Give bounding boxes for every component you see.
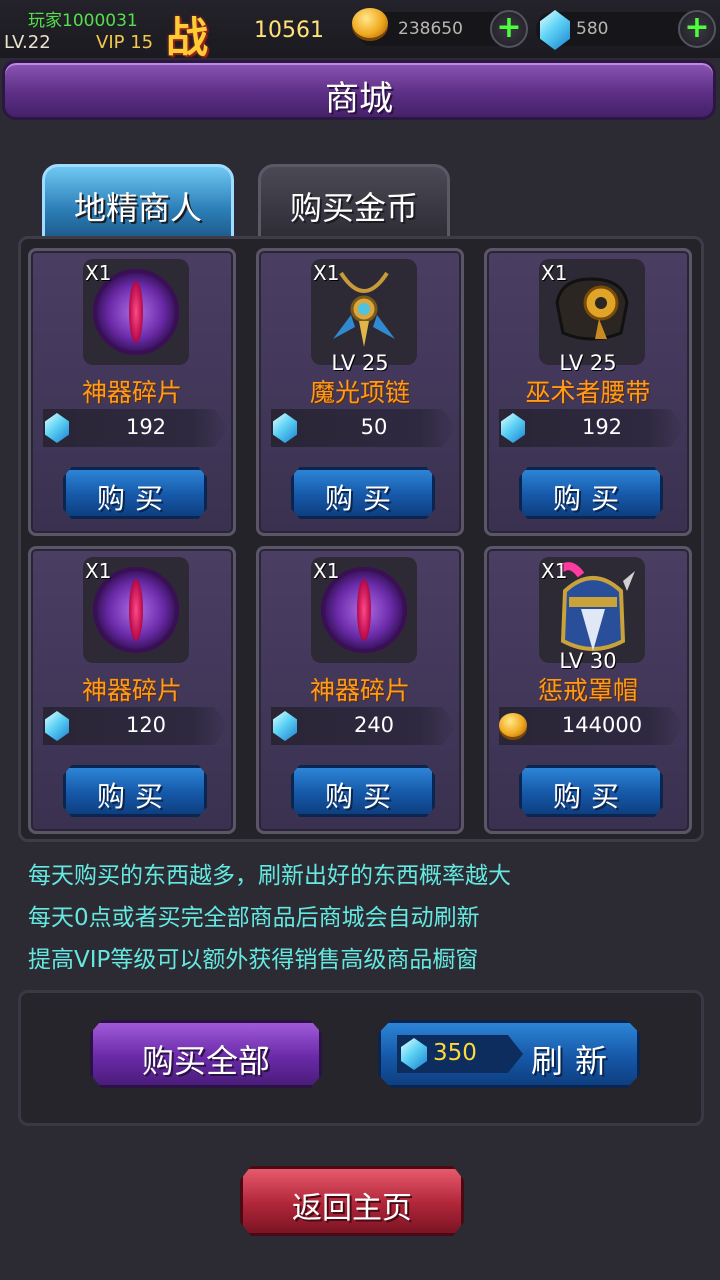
item-name: 神器碎片 [81,676,182,705]
tab-goblin-merchant[interactable]: 地精商人 [42,164,234,240]
buy-button-label: 购买 [324,482,401,515]
info-line: 每天购买的东西越多，刷新出好的东西概率越大 [28,863,511,889]
buy-button[interactable]: 购买 [63,467,207,519]
title-bar: 商城 [2,60,716,120]
player-name: 玩家1000031 [28,11,138,31]
item-level: LV 30 [559,649,617,673]
price-value: 192 [125,415,167,439]
tab-buy-gold[interactable]: 购买金币 [258,164,450,240]
gold-coin-icon [352,8,388,38]
gold-coin-icon [499,713,527,737]
diamond-icon [273,413,297,443]
buy-button[interactable]: 购买 [63,765,207,817]
combat-power-icon: 战 [166,13,209,62]
player-level: LV.22 [4,32,51,53]
shop-item-card: X1 LV 30 惩戒罩帽 144000 购买 [484,546,692,834]
item-name: 惩戒罩帽 [537,676,638,705]
buy-button[interactable]: 购买 [519,467,663,519]
item-level: LV 25 [559,351,617,375]
item-price: 192 [43,409,229,447]
tab-label: 地精商人 [73,189,202,227]
info-line: 每天0点或者买完全部商品后商城会自动刷新 [28,905,480,931]
refresh-cost: 350 [433,1040,477,1066]
top-status-bar: 玩家1000031 LV.22 VIP 15 战 10561 238650 + … [0,0,720,62]
refresh-label: 刷新 [531,1042,620,1080]
buy-button[interactable]: 购买 [291,467,435,519]
price-value: 50 [360,415,388,439]
diamond-icon [540,10,570,50]
price-value: 192 [581,415,623,439]
item-quantity: X1 [85,559,112,583]
buy-button-label: 购买 [552,482,629,515]
tab-label: 购买金币 [289,189,418,227]
page-title: 商城 [325,79,393,119]
return-home-label: 返回主页 [292,1191,412,1226]
item-name: 魔光项链 [309,378,410,407]
diamond-icon [501,413,525,443]
refresh-cost-box: 350 [397,1035,523,1073]
item-price: 50 [271,409,457,447]
item-quantity: X1 [313,261,340,285]
buy-all-button[interactable]: 购买全部 [90,1020,322,1088]
shop-item-card: X1 LV 25 魔光项链 50 购买 [256,248,464,536]
diamond-icon [401,1038,427,1070]
item-quantity: X1 [85,261,112,285]
buy-button-label: 购买 [96,780,173,813]
return-home-button[interactable]: 返回主页 [240,1166,464,1236]
shop-item-card: X1 神器碎片 240 购买 [256,546,464,834]
vip-level: VIP 15 [96,32,154,53]
info-line: 提高VIP等级可以额外获得销售高级商品橱窗 [28,947,479,973]
shop-item-card: X1 神器碎片 192 购买 [28,248,236,536]
buy-button-label: 购买 [96,482,173,515]
refresh-button[interactable]: 350 刷新 [378,1020,640,1088]
diamond-icon [45,413,69,443]
item-price: 192 [499,409,685,447]
item-quantity: X1 [541,261,568,285]
diamond-icon [273,711,297,741]
add-diamond-button[interactable]: + [678,10,716,48]
buy-button-label: 购买 [324,780,401,813]
price-value: 144000 [561,713,643,737]
add-gold-button[interactable]: + [490,10,528,48]
buy-all-label: 购买全部 [141,1042,270,1080]
item-quantity: X1 [541,559,568,583]
item-name: 巫术者腰带 [525,378,651,407]
necklace-icon [333,271,395,347]
diamond-value: 580 [576,19,609,39]
item-name: 神器碎片 [81,378,182,407]
item-price: 144000 [499,707,685,745]
price-value: 240 [353,713,395,737]
item-price: 240 [271,707,457,745]
buy-button-label: 购买 [552,780,629,813]
item-name: 神器碎片 [309,676,410,705]
gold-value: 238650 [398,19,463,39]
item-price: 120 [43,707,229,745]
buy-button[interactable]: 购买 [519,765,663,817]
shop-item-card: X1 神器碎片 120 购买 [28,546,236,834]
shop-item-card: X1 LV 25 巫术者腰带 192 购买 [484,248,692,536]
item-quantity: X1 [313,559,340,583]
diamond-icon [45,711,69,741]
item-level: LV 25 [331,351,389,375]
price-value: 120 [125,713,167,737]
combat-power-value: 10561 [254,18,324,43]
buy-button[interactable]: 购买 [291,765,435,817]
